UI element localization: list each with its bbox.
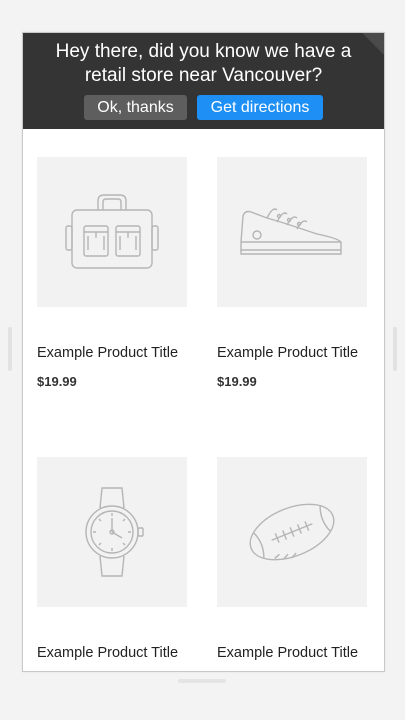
product-card[interactable]: Example Product Title $19.99 — [37, 157, 187, 389]
product-title[interactable]: Example Product Title — [37, 345, 197, 361]
bottom-handle — [178, 679, 226, 683]
football-icon — [249, 503, 335, 561]
product-title[interactable]: Example Product Title — [217, 645, 377, 661]
watch-icon — [85, 487, 144, 577]
dismiss-button[interactable]: Ok, thanks — [84, 95, 187, 120]
store-banner: Hey there, did you know we have a retail… — [23, 33, 384, 129]
product-image[interactable] — [37, 157, 187, 307]
side-handle-left — [8, 327, 12, 371]
product-card[interactable]: Example Product Title — [217, 457, 367, 661]
product-image[interactable] — [37, 457, 187, 607]
product-title[interactable]: Example Product Title — [217, 345, 377, 361]
product-image[interactable] — [217, 157, 367, 307]
get-directions-button[interactable]: Get directions — [197, 95, 323, 120]
banner-message: Hey there, did you know we have a retail… — [55, 41, 352, 86]
product-title[interactable]: Example Product Title — [37, 645, 197, 661]
side-handle-right — [393, 327, 397, 371]
product-price: $19.99 — [217, 374, 257, 389]
bag-icon — [65, 194, 159, 269]
product-card[interactable]: Example Product Title — [37, 457, 187, 661]
product-price: $19.99 — [37, 374, 77, 389]
device-frame: Hey there, did you know we have a retail… — [22, 32, 385, 672]
product-card[interactable]: Example Product Title $19.99 — [217, 157, 367, 389]
sneaker-icon — [240, 208, 342, 255]
product-image[interactable] — [217, 457, 367, 607]
